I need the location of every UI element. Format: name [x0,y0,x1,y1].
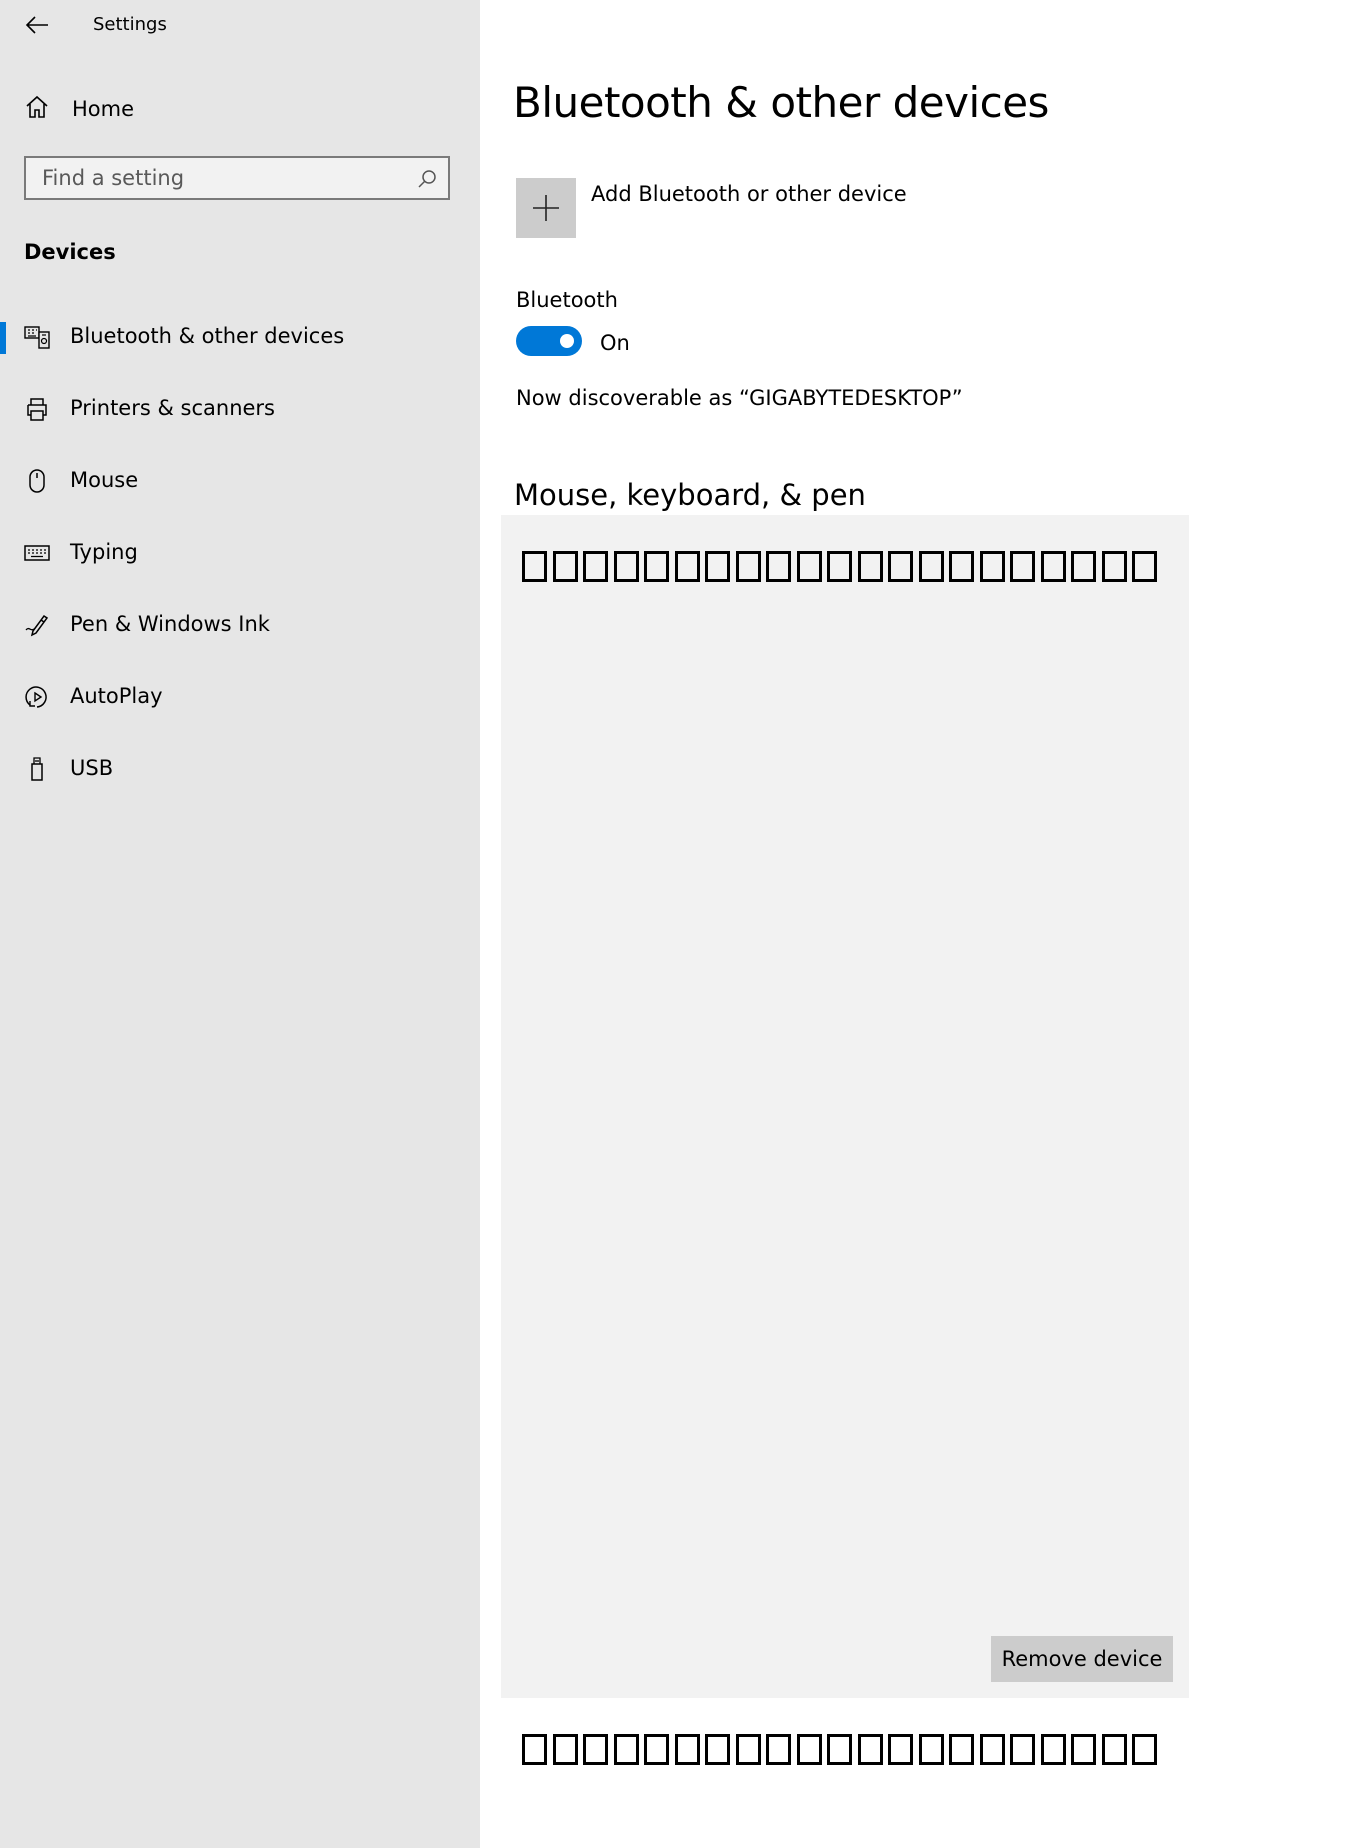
unrendered-device-name [522,1734,1157,1765]
discoverable-text: Now discoverable as “GIGABYTEDESKTOP” [516,386,963,410]
home-nav-item[interactable]: Home [22,92,462,128]
group-heading: Mouse, keyboard, & pen [514,478,866,512]
back-button[interactable] [22,10,52,40]
printer-icon [27,398,47,421]
search-input[interactable] [26,158,402,198]
sidebar-item-label: Pen & Windows Ink [70,612,270,636]
bluetooth-label: Bluetooth [516,288,618,312]
device-item-panel[interactable] [501,515,1189,1698]
pen-icon [25,614,49,637]
search-box[interactable] [24,156,450,200]
sidebar-item-printers[interactable]: Printers & scanners [0,384,480,456]
plus-icon [533,195,559,221]
sidebar-item-label: Mouse [70,468,139,492]
sidebar-item-usb[interactable]: USB [0,744,480,816]
sidebar-item-autoplay[interactable]: AutoPlay [0,672,480,744]
add-device-button[interactable] [516,178,576,238]
home-label: Home [72,97,135,121]
bluetooth-toggle[interactable] [516,326,582,356]
keyboard-icon [24,545,50,561]
section-heading: Devices [24,240,116,264]
sidebar-item-label: Bluetooth & other devices [70,324,345,348]
page-title: Bluetooth & other devices [513,78,1049,127]
sidebar-nav: Bluetooth & other devices Printers & sca… [0,312,480,816]
unrendered-device-name [522,551,1157,582]
sidebar-item-mouse[interactable]: Mouse [0,456,480,528]
home-icon [26,95,48,118]
app-title: Settings [93,14,167,35]
toggle-knob [560,334,574,348]
sidebar-item-pen[interactable]: Pen & Windows Ink [0,600,480,672]
sidebar-item-label: AutoPlay [70,684,163,708]
sidebar-item-typing[interactable]: Typing [0,528,480,600]
add-device-label[interactable]: Add Bluetooth or other device [591,182,907,206]
sidebar-item-label: Typing [70,540,138,564]
mouse-icon [29,469,45,493]
sidebar-item-bluetooth[interactable]: Bluetooth & other devices [0,312,480,384]
sidebar-item-label: Printers & scanners [70,396,275,420]
search-icon[interactable] [416,168,438,190]
sidebar-item-label: USB [70,756,114,780]
back-arrow-icon [25,16,48,34]
bluetooth-state: On [600,331,630,355]
remove-device-button[interactable]: Remove device [991,1636,1173,1682]
sidebar: Settings Home Devices Bluetooth & other … [0,0,480,1848]
bluetooth-devices-icon [24,326,50,349]
usb-icon [31,757,43,781]
autoplay-icon [25,686,47,708]
